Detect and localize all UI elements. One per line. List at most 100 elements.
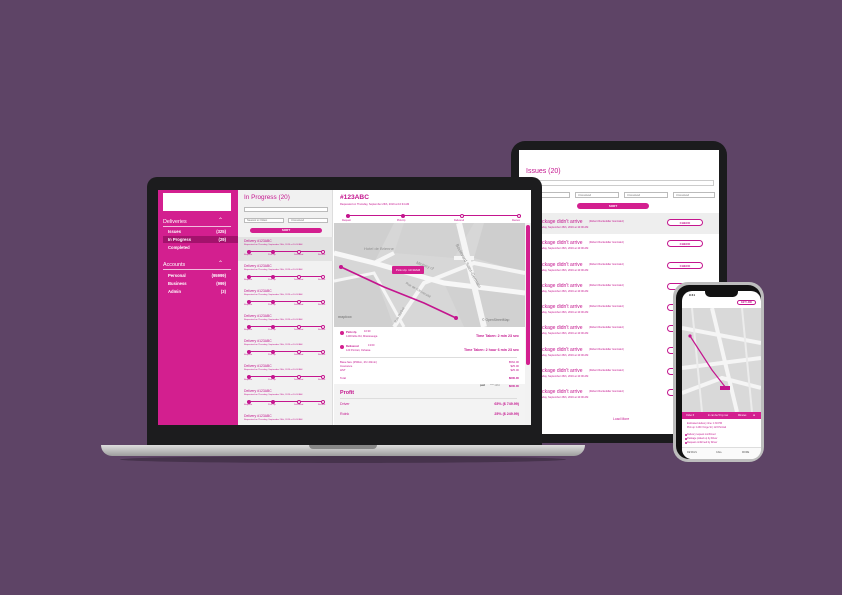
tablet-sort-button[interactable]: SORT xyxy=(577,203,649,209)
issue-row[interactable]: acaPackage didn't arrive(Robert Rockefel… xyxy=(519,234,719,255)
list-search-input[interactable] xyxy=(244,207,328,212)
hst-label: HST xyxy=(340,368,346,372)
delivery-row[interactable]: Delivery #123ABC Requested on Thursday, S… xyxy=(238,337,333,361)
step-dot xyxy=(321,399,325,404)
hst-value: $25.00 xyxy=(510,368,519,372)
delivery-request-date: Requested on Thursday, September 26th, 2… xyxy=(244,319,303,321)
get-link-button[interactable]: GET LINK xyxy=(737,300,756,305)
step-label: Delivered xyxy=(294,254,304,256)
step-dot xyxy=(271,324,275,329)
issue-customer: (Robert Rockefeller Gonzalez) xyxy=(589,390,624,393)
phone-route-map[interactable] xyxy=(682,308,761,412)
delivery-request-date: Requested on Thursday, September 26th, 2… xyxy=(244,344,303,346)
delivery-row[interactable]: Delivery #123ABC Requested on Thursday, S… xyxy=(238,412,333,425)
step-dot xyxy=(321,424,325,425)
delivered-address: 123 Portrait, Oshawa xyxy=(346,349,371,352)
menu-icon[interactable]: ☰ xyxy=(753,414,755,417)
step-label: Request xyxy=(244,329,253,331)
phone-screen: 9:41 GET LINK Order # In can be 5 by now… xyxy=(682,291,761,459)
platform-share-label: Rolnk xyxy=(340,412,350,416)
status-select[interactable]: Unresolved xyxy=(288,218,328,223)
card-last-digits: **** 1234 xyxy=(490,384,500,387)
list-sort-button[interactable]: SORT xyxy=(250,228,322,233)
delivery-row[interactable]: Delivery #123ABC Requested on Thursday, S… xyxy=(238,262,333,286)
issues-title: Issues (20) xyxy=(526,168,561,175)
issue-row[interactable]: acaPackage didn't arrive(Robert Rockefel… xyxy=(519,213,719,234)
detail-scrollbar[interactable] xyxy=(525,223,531,425)
step-dot xyxy=(271,399,275,404)
step-dot xyxy=(297,374,301,379)
order-status-bar: Order # In can be 5 by now Minutes ☰ xyxy=(682,412,761,419)
step-label: Review xyxy=(318,304,326,306)
sidebar-item-in-progress[interactable]: In Progress xyxy=(168,237,191,242)
step-dot xyxy=(321,274,325,279)
divider xyxy=(340,357,517,358)
deliveries-heading[interactable]: Deliveries xyxy=(163,219,187,225)
step-dot xyxy=(297,249,301,254)
step-dot xyxy=(517,213,521,218)
delivery-list-panel: In Progress (20) Nearest to Oldest Unres… xyxy=(238,190,333,425)
tablet-filter-select[interactable]: Unresolved xyxy=(673,192,715,198)
step-label: Review xyxy=(318,279,326,281)
step-label: Pick-Up xyxy=(268,254,276,256)
call-link[interactable]: CALL xyxy=(716,451,722,454)
pickup-label: Pick-Up xyxy=(346,330,357,334)
issue-customer: (Robert Rockefeller Gonzalez) xyxy=(589,348,624,351)
check-button[interactable]: CHECK xyxy=(667,262,703,269)
step-dot xyxy=(321,324,325,329)
delivery-title: Delivery #123ABC xyxy=(244,339,272,343)
delivery-row[interactable]: Delivery #123ABC Requested on Thursday, S… xyxy=(238,237,333,261)
route-map[interactable]: Hotel de Brienne Boulevard Saint-Germain… xyxy=(334,223,525,327)
issue-title: Package didn't arrive xyxy=(536,325,583,331)
chevron-up-icon[interactable]: ⌃ xyxy=(218,217,223,224)
osm-attribution[interactable]: © OpenStreetMap xyxy=(482,318,509,322)
step-label: Review xyxy=(318,404,326,406)
step-dot xyxy=(297,324,301,329)
issue-row[interactable]: acaPackage didn't arrive(Robert Rockefel… xyxy=(519,256,719,277)
details-link[interactable]: DETAILS xyxy=(687,451,697,454)
step-label: Pick-Up xyxy=(268,304,276,306)
tablet-filter-select[interactable]: Unresolved xyxy=(624,192,668,198)
divider xyxy=(340,398,517,399)
delivery-progress-track xyxy=(247,274,325,279)
sidebar-item-business[interactable]: Business xyxy=(168,281,187,286)
step-label: Delivered xyxy=(294,379,304,381)
phone-bezel: 9:41 GET LINK Order # In can be 5 by now… xyxy=(676,285,761,459)
sidebar-item-issues[interactable]: Issues xyxy=(168,229,181,234)
timeline-item: Delivery request confirmed xyxy=(687,433,716,436)
chevron-up-icon[interactable]: ⌃ xyxy=(218,260,223,267)
step-dot xyxy=(247,399,251,404)
check-button[interactable]: CHECK xyxy=(667,219,703,226)
issue-date: Thursday, September 26th, 2019 at 10:00 … xyxy=(536,396,589,399)
delivery-title: Delivery #123ABC xyxy=(244,364,272,368)
logo-placeholder xyxy=(163,193,231,211)
step-dot xyxy=(346,213,350,218)
step-label: Pick-Up xyxy=(268,379,276,381)
check-button[interactable]: CHECK xyxy=(667,240,703,247)
step-dot xyxy=(247,349,251,354)
timeline-item: Package picked up by Driver xyxy=(687,437,718,440)
phone-notch xyxy=(705,291,738,297)
sidebar-item-admin[interactable]: Admin xyxy=(168,289,181,294)
pickup-pin[interactable]: Pick-Up: 10:30AM xyxy=(392,266,424,274)
tablet-filter-select[interactable]: Unresolved xyxy=(575,192,619,198)
step-dot xyxy=(271,299,275,304)
pickup-address: 1400 Elite Rd, Mississauga xyxy=(346,335,378,338)
issue-customer: (Robert Rockefeller Gonzalez) xyxy=(589,263,624,266)
load-more-link[interactable]: Load More xyxy=(613,417,629,421)
step-dot xyxy=(247,374,251,379)
delivery-request-date: Requested on Thursday, September 26th, 2… xyxy=(244,294,303,296)
sidebar-item-personal[interactable]: Personal xyxy=(168,273,186,278)
step-label: Review xyxy=(318,254,326,256)
delivery-row[interactable]: Delivery #123ABC Requested on Thursday, S… xyxy=(238,287,333,311)
delivery-row[interactable]: Delivery #123ABC Requested on Thursday, S… xyxy=(238,387,333,411)
accounts-heading[interactable]: Accounts xyxy=(163,262,185,268)
delivery-row[interactable]: Delivery #123ABC Requested on Thursday, S… xyxy=(238,312,333,336)
more-link[interactable]: MORE xyxy=(742,451,749,454)
tablet-search-input[interactable] xyxy=(526,180,714,186)
order-select[interactable]: Nearest to Oldest xyxy=(244,218,284,223)
sidebar-item-completed[interactable]: Completed xyxy=(168,245,190,250)
delivery-row[interactable]: Delivery #123ABC Requested on Thursday, S… xyxy=(238,362,333,386)
issue-title: Package didn't arrive xyxy=(536,219,583,225)
issue-date: Thursday, September 26th, 2019 at 10:00 … xyxy=(536,247,589,250)
